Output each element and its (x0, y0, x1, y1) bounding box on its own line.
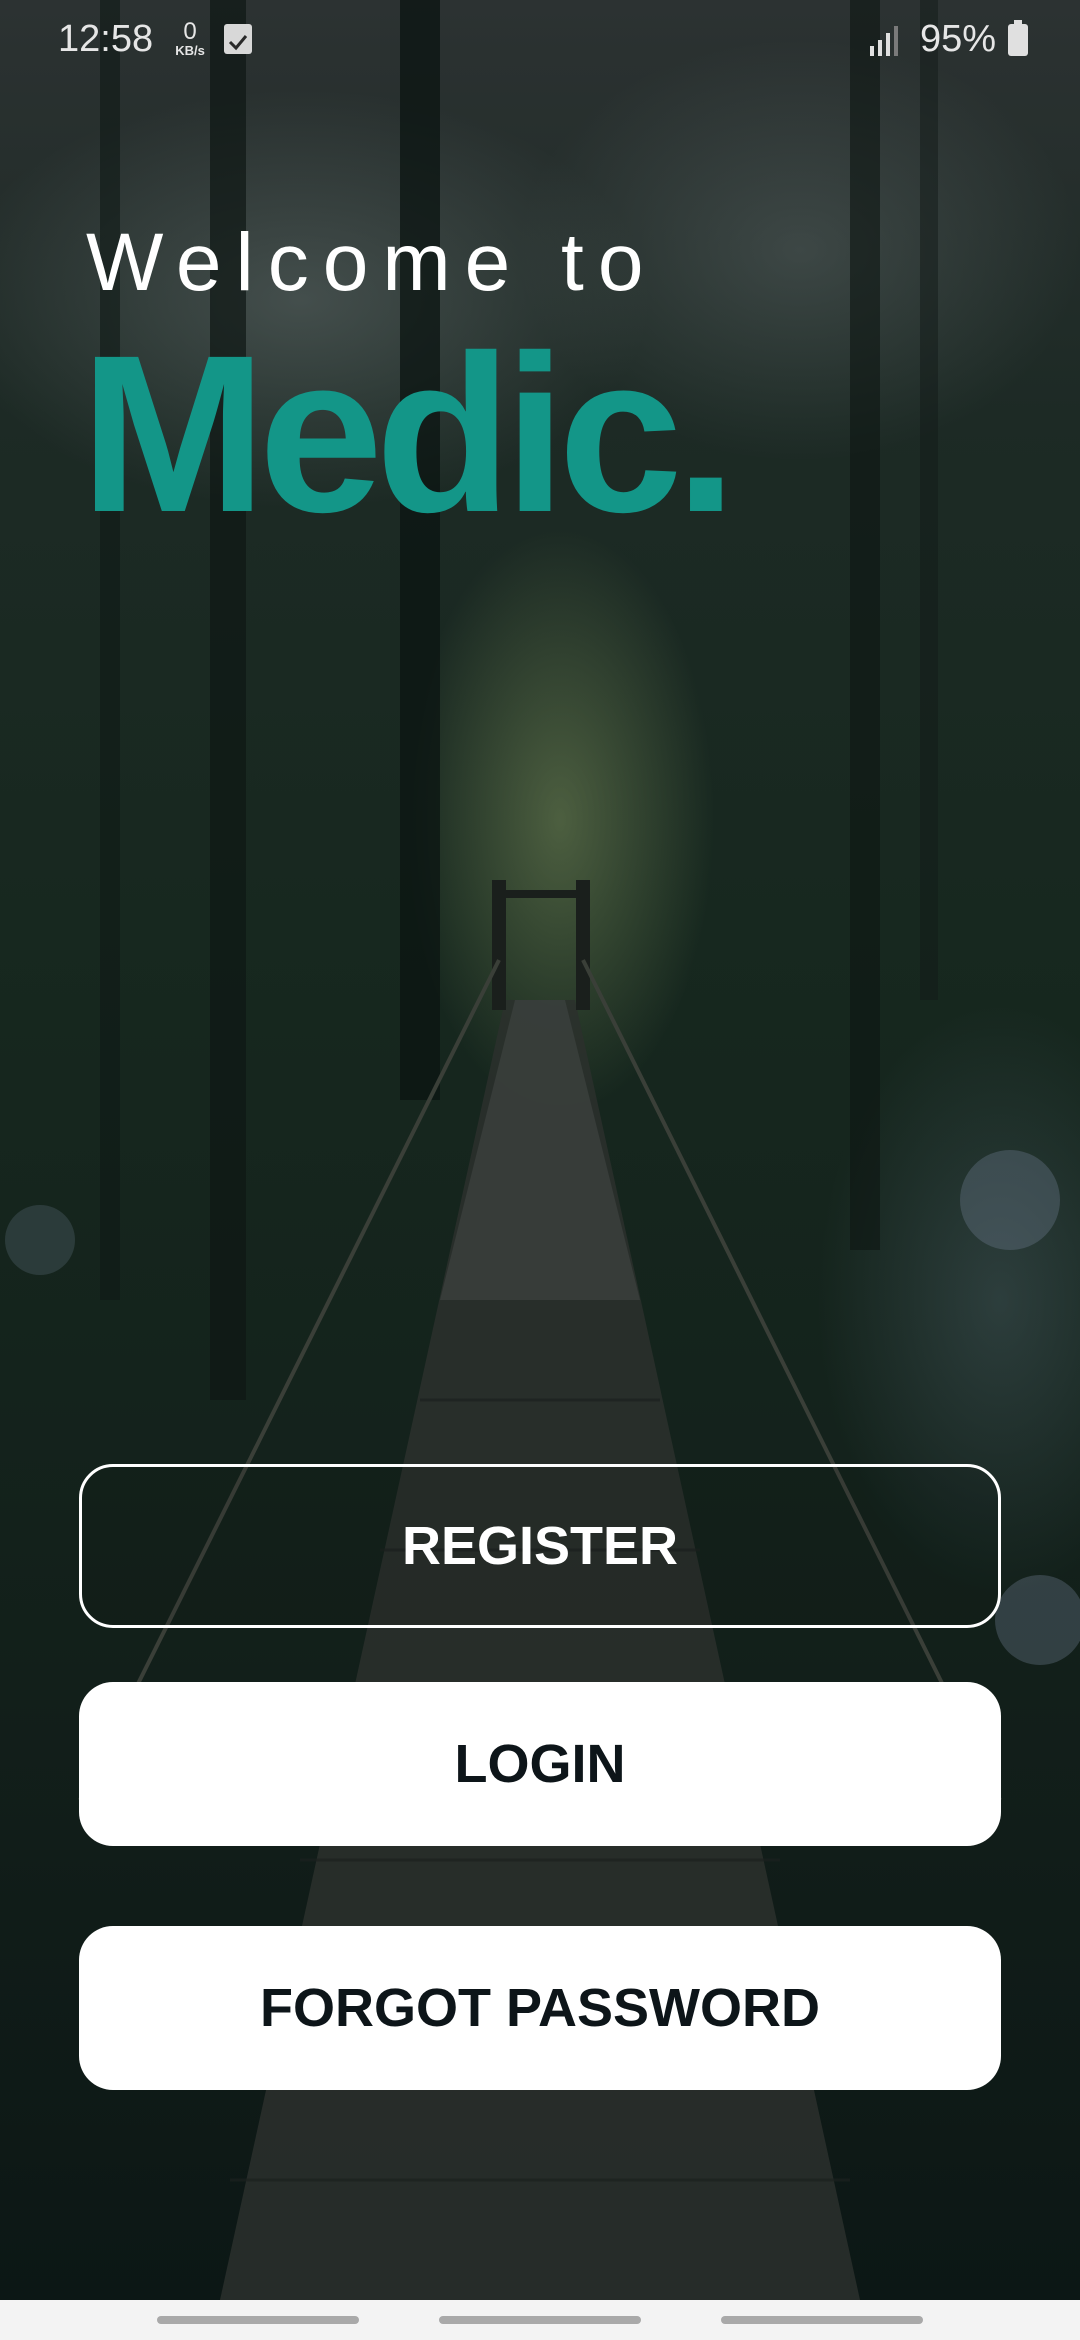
welcome-screen: 12:58 0 KB/s 95% Welcome to Medic. REGIS… (0, 0, 1080, 2340)
battery-icon (1008, 19, 1028, 56)
signal-icon (869, 25, 898, 56)
status-bar: 12:58 0 KB/s 95% (0, 0, 1080, 80)
nav-home-pill[interactable] (439, 2316, 641, 2324)
forgot-password-button[interactable]: FORGOT PASSWORD (79, 1926, 1001, 2090)
status-right-group: 95% (868, 18, 1028, 61)
battery-percent: 95% (919, 18, 996, 60)
nav-recents-pill[interactable] (157, 2316, 359, 2324)
welcome-heading: Welcome to (86, 217, 658, 308)
nav-back-pill[interactable] (721, 2316, 923, 2324)
network-speed-value: 0 (183, 18, 197, 45)
brand-title: Medic. (80, 309, 737, 559)
network-speed-unit: KB/s (175, 43, 205, 58)
check-box-icon (224, 24, 252, 54)
status-time: 12:58 (58, 18, 154, 60)
register-button[interactable]: REGISTER (79, 1464, 1001, 1628)
network-speed-indicator: 0 KB/s (170, 18, 210, 58)
navigation-bar (0, 2300, 1080, 2340)
login-button[interactable]: LOGIN (79, 1682, 1001, 1846)
